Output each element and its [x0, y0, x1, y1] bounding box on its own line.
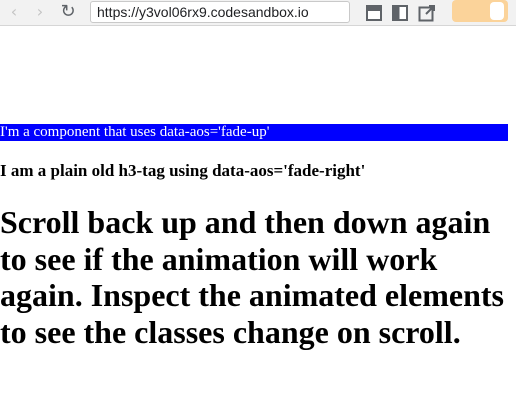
back-button[interactable]: ‹ — [8, 3, 20, 21]
minimize-window-icon[interactable] — [366, 5, 382, 21]
reload-icon[interactable]: ↻ — [58, 3, 78, 21]
instruction-line: to see if the animation will work — [0, 240, 438, 277]
instruction-line: Scroll back up and then down again — [0, 204, 491, 240]
fade-up-component: I'm a component that uses data-aos='fade… — [0, 124, 508, 141]
scroll-instructions-heading: Scroll back up and then down again to se… — [0, 204, 514, 350]
profile-toggle[interactable] — [452, 0, 508, 22]
browser-toolbar: ‹ › ↻ https://y3vol06rx9.codesandbox.io — [0, 0, 516, 26]
split-view-icon[interactable] — [392, 5, 408, 21]
open-new-window-icon[interactable] — [418, 4, 436, 22]
instruction-line: again. Inspect the animated elements — [0, 277, 504, 313]
instruction-line: to see the classes change on scroll. — [0, 313, 461, 350]
toggle-knob — [490, 2, 504, 20]
address-bar[interactable]: https://y3vol06rx9.codesandbox.io — [90, 1, 350, 23]
fade-right-heading: I am a plain old h3-tag using data-aos='… — [0, 161, 366, 180]
forward-button[interactable]: › — [34, 3, 46, 21]
